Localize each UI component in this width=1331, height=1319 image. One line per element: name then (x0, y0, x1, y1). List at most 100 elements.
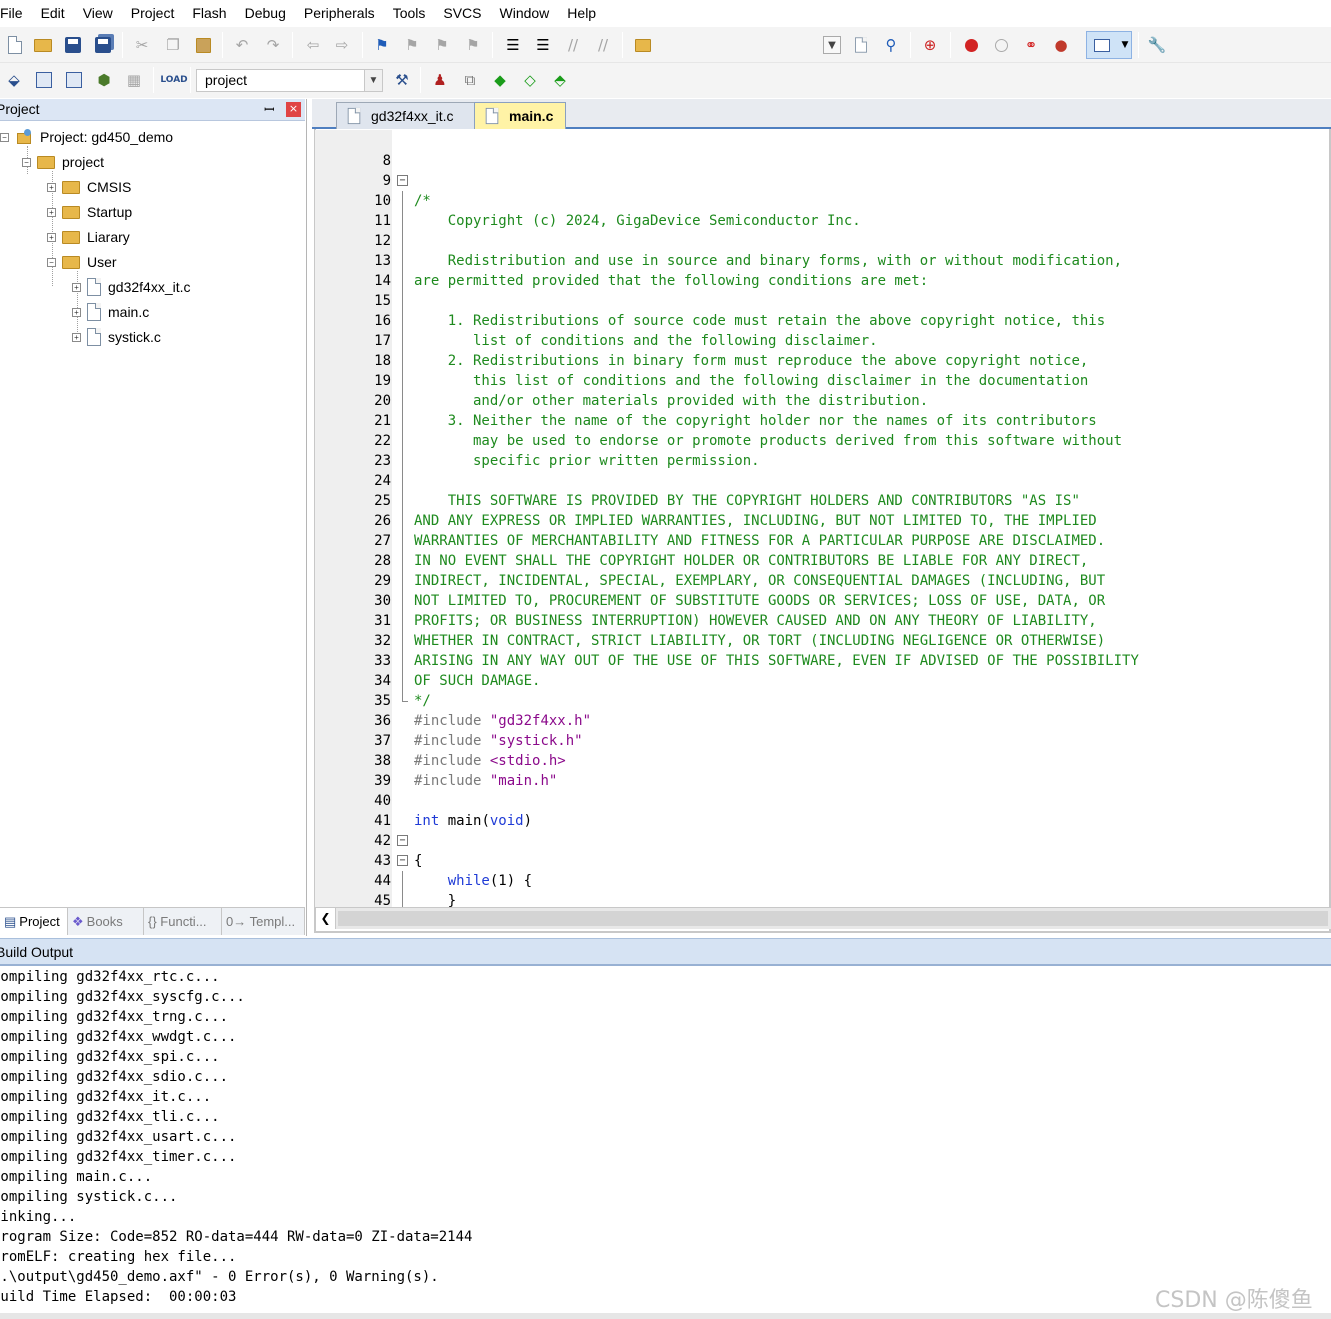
tree-item-group-project[interactable]: − project (22, 151, 104, 173)
debug-session-icon[interactable]: ⊕ (919, 34, 941, 56)
tree-item-file[interactable]: + systick.c (72, 326, 161, 348)
menu-debug[interactable]: Debug (236, 0, 295, 26)
pack-installer-icon[interactable]: ◇ (519, 69, 541, 91)
nav-forward-icon[interactable]: ⇨ (331, 34, 353, 56)
nav-back-icon[interactable]: ⇦ (302, 34, 324, 56)
find-in-files-icon[interactable] (632, 34, 654, 56)
tab-project[interactable]: ▤ Project (0, 908, 68, 935)
translate-icon[interactable]: ⬙ (3, 69, 25, 91)
menu-file[interactable]: File (0, 0, 32, 26)
expand-icon[interactable]: + (72, 307, 81, 317)
toolbar-separator (222, 32, 223, 58)
prev-bookmark-icon[interactable]: ⚑ (401, 34, 423, 56)
menu-help[interactable]: Help (558, 0, 605, 26)
menu-window[interactable]: Window (491, 0, 559, 26)
menu-svcs[interactable]: SVCS (434, 0, 490, 26)
tree-item-label: Project: gd450_demo (40, 129, 174, 145)
manage-project-icon[interactable]: ♟ (429, 69, 451, 91)
manage-rte-icon[interactable]: ⬘ (549, 69, 571, 91)
project-panel-tabs: ▤ Project ❖ Books {} Functi... 0→ Templ.… (0, 907, 305, 935)
scrollbar-thumb[interactable] (338, 911, 1328, 926)
menu-tools[interactable]: Tools (384, 0, 435, 26)
disable-breakpoint-icon[interactable] (990, 34, 1012, 56)
expand-icon[interactable]: + (47, 207, 56, 217)
code-editor[interactable]: 8 − /* 9 Copyright (c) 2024, GigaDevice … (312, 130, 1331, 907)
expand-icon[interactable]: + (72, 332, 81, 342)
paste-icon[interactable] (192, 34, 214, 56)
tab-label: 0→ Templ... (226, 914, 296, 929)
line-number: 45 (374, 893, 391, 907)
toolbar-separator (622, 32, 623, 58)
pin-icon[interactable]: ꟷ (264, 100, 275, 118)
collapse-icon[interactable]: − (47, 257, 56, 267)
open-icon[interactable] (32, 34, 54, 56)
batch-build-icon[interactable]: ⬢ (93, 69, 115, 91)
target-select[interactable]: project ▼ (196, 69, 383, 92)
next-bookmark-icon[interactable]: ⚑ (431, 34, 453, 56)
expand-icon[interactable]: + (47, 232, 56, 242)
build-icon[interactable] (33, 69, 55, 91)
clear-bookmarks-icon[interactable]: ⚑ (462, 34, 484, 56)
stop-build-icon[interactable]: ▦ (123, 69, 145, 91)
download-icon[interactable]: LOAD (160, 69, 187, 91)
uncomment-icon[interactable]: // (592, 34, 614, 56)
save-all-icon[interactable] (92, 34, 114, 56)
menu-view[interactable]: View (74, 0, 122, 26)
build-output-title: Build Output (0, 944, 74, 960)
select-packs-icon[interactable]: ◆ (489, 69, 511, 91)
tree-item-startup[interactable]: + Startup (47, 201, 132, 223)
dropdown-icon[interactable]: ▼ (823, 36, 841, 54)
undo-icon[interactable]: ↶ (231, 34, 253, 56)
rebuild-icon[interactable] (63, 69, 85, 91)
tree-item-label: main.c (108, 304, 150, 320)
expand-icon[interactable]: + (47, 182, 56, 192)
chevron-down-icon[interactable]: ▼ (1114, 34, 1136, 56)
tab-functions[interactable]: {} Functi... (144, 908, 222, 935)
menu-flash[interactable]: Flash (183, 0, 235, 26)
tab-gd32f4xx-it-c[interactable]: gd32f4xx_it.c (336, 102, 476, 129)
tree-item-file[interactable]: + main.c (72, 301, 149, 323)
unindent-icon[interactable]: ☰ (532, 34, 554, 56)
copy-icon[interactable]: ❐ (162, 34, 184, 56)
disable-all-breakpoints-icon[interactable]: ⚭ (1020, 34, 1042, 56)
tree-item-project-root[interactable]: − Project: gd450_demo (0, 126, 173, 148)
menu-project[interactable]: Project (122, 0, 184, 26)
file-extensions-icon[interactable]: ⧉ (459, 69, 481, 91)
toolbar-separator (910, 32, 911, 58)
menu-edit[interactable]: Edit (32, 0, 74, 26)
toolbar-separator (292, 32, 293, 58)
tree-item-cmsis[interactable]: + CMSIS (47, 176, 131, 198)
log-line: FromELF: creating hex file... (0, 1249, 237, 1265)
new-file-icon[interactable] (4, 34, 26, 56)
expand-icon[interactable]: + (72, 282, 81, 292)
tree-item-user[interactable]: − User (47, 251, 117, 273)
tree-item-file[interactable]: + gd32f4xx_it.c (72, 276, 191, 298)
cut-icon[interactable]: ✂ (131, 34, 153, 56)
log-line: compiling gd32f4xx_rtc.c... (0, 969, 220, 985)
breakpoint-icon[interactable] (960, 34, 982, 56)
log-line: linking... (0, 1209, 77, 1225)
tree-item-liarary[interactable]: + Liarary (47, 226, 130, 248)
menu-peripherals[interactable]: Peripherals (295, 0, 384, 26)
collapse-icon[interactable]: − (22, 157, 31, 167)
tab-books[interactable]: ❖ Books (68, 908, 144, 935)
target-options-icon[interactable]: ⚒ (391, 69, 413, 91)
indent-icon[interactable]: ☰ (502, 34, 524, 56)
bookmark-icon[interactable]: ⚑ (371, 34, 393, 56)
collapse-icon[interactable]: − (0, 132, 9, 142)
close-icon[interactable]: × (286, 102, 301, 117)
build-output-panel: Build Output compiling gd32f4xx_rtc.c...… (0, 938, 1331, 1319)
kill-breakpoints-icon[interactable]: ● (1050, 34, 1072, 56)
redo-icon[interactable]: ↷ (262, 34, 284, 56)
save-icon[interactable] (62, 34, 84, 56)
configure-icon[interactable]: 🔧 (1146, 34, 1168, 56)
tree-item-label: systick.c (108, 329, 161, 345)
tab-label: main.c (509, 108, 554, 124)
horizontal-scrollbar[interactable]: ❮ (316, 907, 1331, 929)
find-icon[interactable] (850, 34, 872, 56)
scroll-left-icon[interactable]: ❮ (316, 908, 336, 929)
tab-main-c[interactable]: main.c (474, 102, 566, 129)
comment-icon[interactable]: // (562, 34, 584, 56)
incremental-find-icon[interactable]: ⚲ (880, 34, 902, 56)
tab-templates[interactable]: 0→ Templ... (222, 908, 305, 935)
